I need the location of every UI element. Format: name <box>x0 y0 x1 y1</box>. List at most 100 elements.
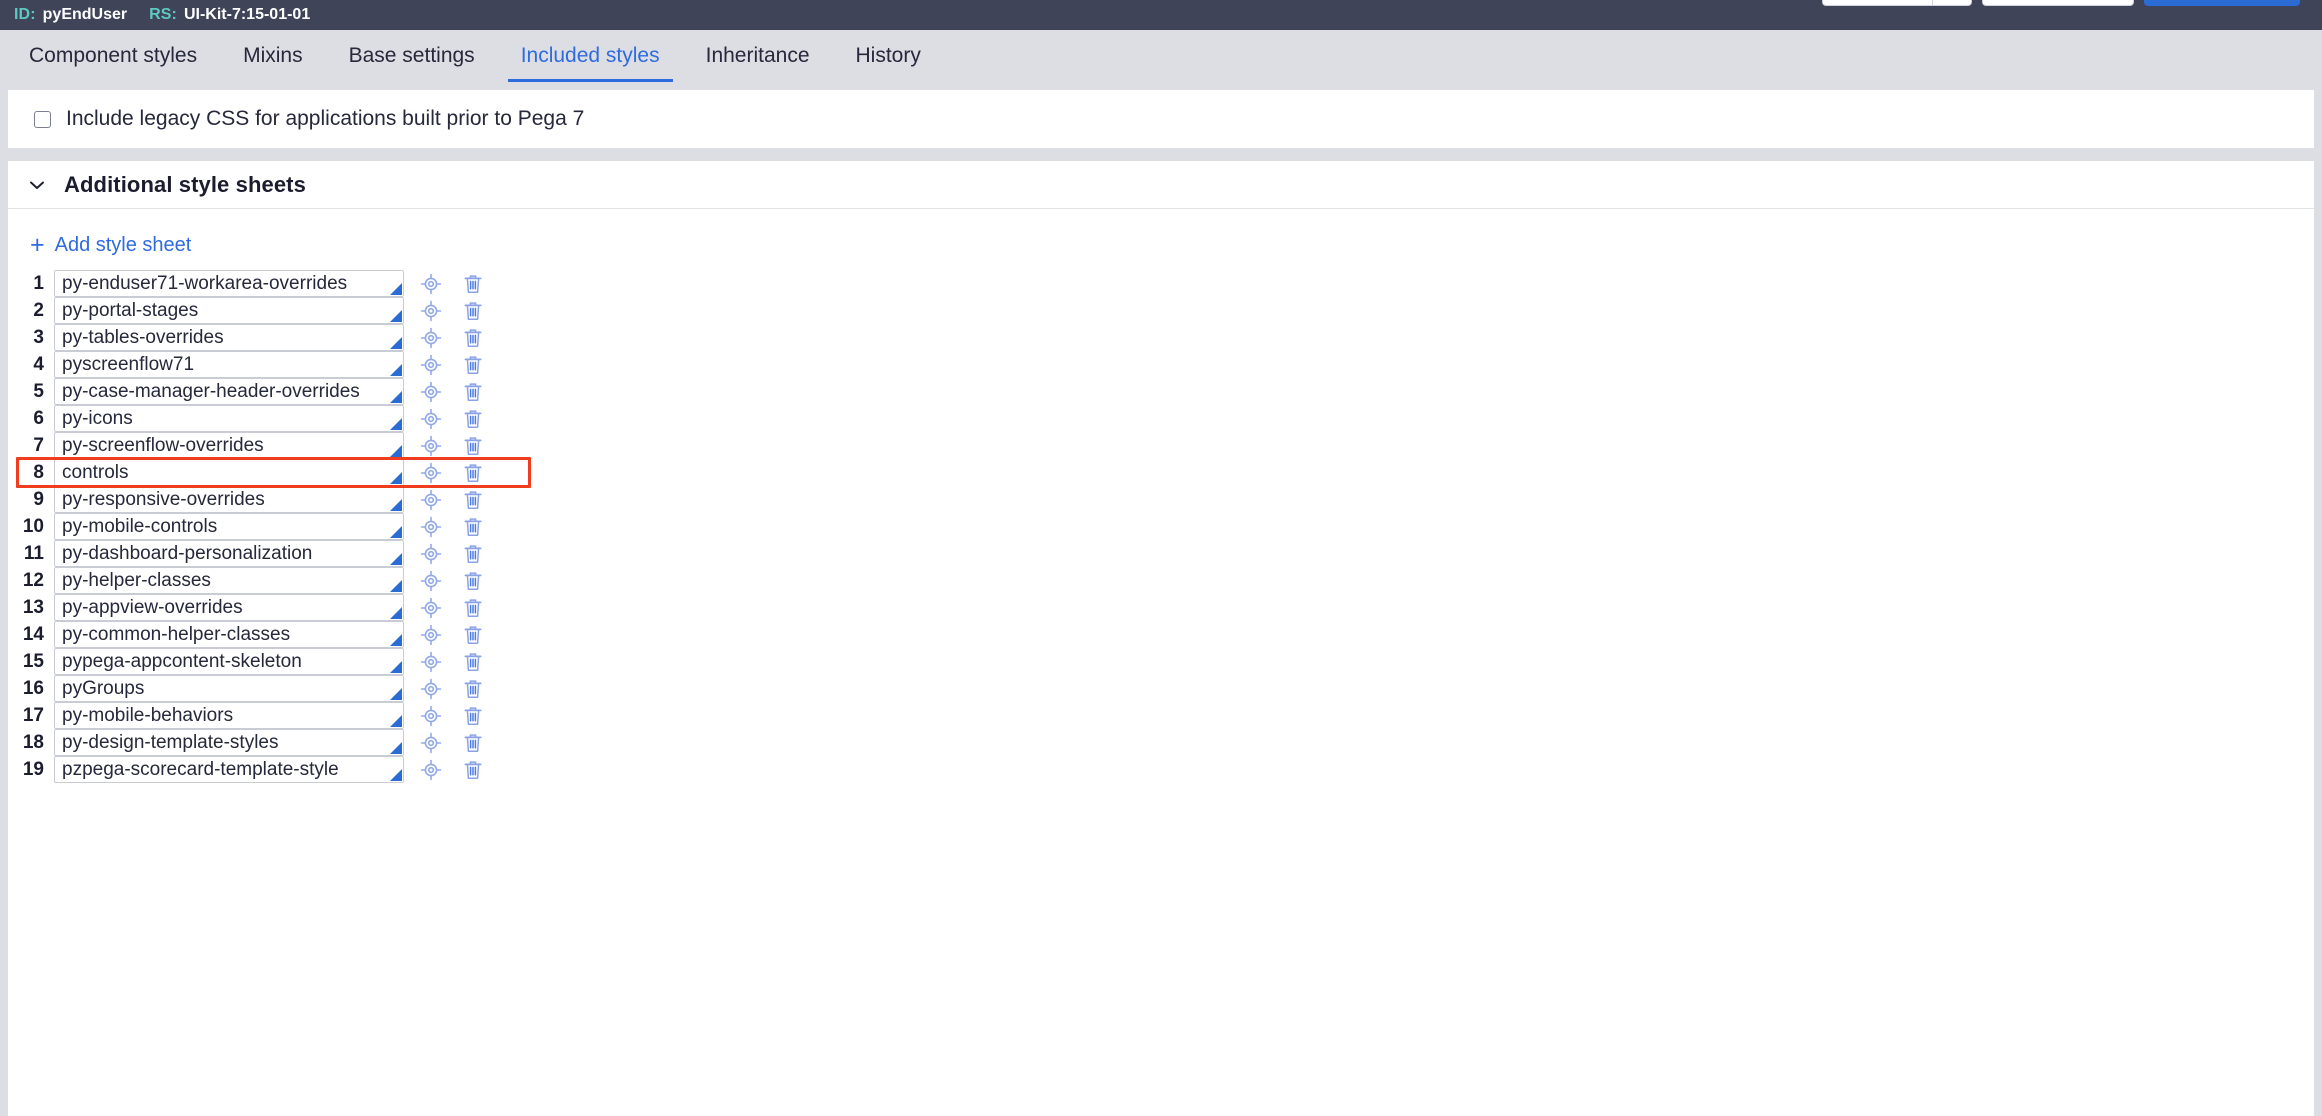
crosshair-icon[interactable] <box>420 408 442 430</box>
row-actions <box>420 732 484 754</box>
trash-icon[interactable] <box>462 354 484 376</box>
trash-icon[interactable] <box>462 705 484 727</box>
style-sheet-name-input[interactable] <box>54 756 404 783</box>
row-index: 4 <box>33 353 44 375</box>
style-sheet-name-input[interactable] <box>54 513 404 540</box>
crosshair-icon[interactable] <box>420 570 442 592</box>
row-index: 16 <box>22 677 44 699</box>
crosshair-icon[interactable] <box>420 705 442 727</box>
crosshair-icon[interactable] <box>420 624 442 646</box>
trash-icon[interactable] <box>462 624 484 646</box>
style-sheet-name-input[interactable] <box>54 351 404 378</box>
style-sheet-name-input[interactable] <box>54 729 404 756</box>
trash-icon[interactable] <box>462 327 484 349</box>
crosshair-icon[interactable] <box>420 759 442 781</box>
trash-icon[interactable] <box>462 516 484 538</box>
table-row: 1 <box>8 270 2314 297</box>
trash-icon[interactable] <box>462 462 484 484</box>
row-index: 8 <box>33 461 44 483</box>
crosshair-icon[interactable] <box>420 462 442 484</box>
style-sheet-name-input[interactable] <box>54 621 404 648</box>
tab-component-styles[interactable]: Component styles <box>6 30 220 82</box>
style-sheet-name-input[interactable] <box>54 378 404 405</box>
tab-base-settings[interactable]: Base settings <box>326 30 498 82</box>
style-sheet-name-input[interactable] <box>54 324 404 351</box>
style-sheet-name-input[interactable] <box>54 270 404 297</box>
style-sheet-name-input[interactable] <box>54 432 404 459</box>
tab-mixins[interactable]: Mixins <box>220 30 326 82</box>
row-actions <box>420 435 484 457</box>
row-actions <box>420 273 484 295</box>
trash-icon[interactable] <box>462 489 484 511</box>
row-actions <box>420 543 484 565</box>
trash-icon[interactable] <box>462 732 484 754</box>
style-sheet-name-input[interactable] <box>54 567 404 594</box>
chevron-down-icon[interactable] <box>26 174 48 196</box>
tab-included-styles[interactable]: Included styles <box>498 30 683 82</box>
crosshair-icon[interactable] <box>420 732 442 754</box>
page-title: Additional style sheets <box>64 171 306 197</box>
trash-icon[interactable] <box>462 381 484 403</box>
secondary-action-button[interactable] <box>1982 0 2134 6</box>
style-sheet-name-input[interactable] <box>54 486 404 513</box>
trash-icon[interactable] <box>462 408 484 430</box>
table-row: 8 <box>8 459 2314 486</box>
crosshair-icon[interactable] <box>420 273 442 295</box>
style-sheet-name-input[interactable] <box>54 675 404 702</box>
tab-inheritance[interactable]: Inheritance <box>683 30 833 82</box>
crosshair-icon[interactable] <box>420 543 442 565</box>
table-row: 13 <box>8 594 2314 621</box>
style-sheet-input-wrapper <box>54 621 404 648</box>
trash-icon[interactable] <box>462 597 484 619</box>
trash-icon[interactable] <box>462 543 484 565</box>
trash-icon[interactable] <box>462 678 484 700</box>
legacy-css-checkbox[interactable] <box>34 110 51 128</box>
save-split-button[interactable] <box>1822 0 1972 6</box>
table-row: 14 <box>8 621 2314 648</box>
legacy-css-panel: Include legacy CSS for applications buil… <box>8 90 2314 148</box>
trash-icon[interactable] <box>462 300 484 322</box>
row-actions <box>420 624 484 646</box>
id-label: ID: <box>14 6 36 23</box>
crosshair-icon[interactable] <box>420 597 442 619</box>
style-sheet-input-wrapper <box>54 540 404 567</box>
section-header[interactable]: Additional style sheets <box>8 161 2314 209</box>
trash-icon[interactable] <box>462 570 484 592</box>
primary-action-button[interactable] <box>2144 0 2300 6</box>
crosshair-icon[interactable] <box>420 651 442 673</box>
legacy-css-label: Include legacy CSS for applications buil… <box>66 107 585 130</box>
table-row: 7 <box>8 432 2314 459</box>
style-sheet-name-input[interactable] <box>54 540 404 567</box>
crosshair-icon[interactable] <box>420 435 442 457</box>
plus-icon: + <box>30 231 45 259</box>
crosshair-icon[interactable] <box>420 678 442 700</box>
style-sheet-name-input[interactable] <box>54 459 404 486</box>
style-sheet-name-input[interactable] <box>54 648 404 675</box>
trash-icon[interactable] <box>462 435 484 457</box>
row-index: 7 <box>33 434 44 456</box>
style-sheet-name-input[interactable] <box>54 405 404 432</box>
row-index: 17 <box>22 704 44 726</box>
trash-icon[interactable] <box>462 273 484 295</box>
row-index: 2 <box>33 299 44 321</box>
style-sheet-name-input[interactable] <box>54 594 404 621</box>
row-actions <box>420 354 484 376</box>
trash-icon[interactable] <box>462 759 484 781</box>
crosshair-icon[interactable] <box>420 354 442 376</box>
style-sheet-name-input[interactable] <box>54 702 404 729</box>
style-sheet-input-wrapper <box>54 270 404 297</box>
trash-icon[interactable] <box>462 651 484 673</box>
crosshair-icon[interactable] <box>420 300 442 322</box>
row-actions <box>420 516 484 538</box>
table-row: 15 <box>8 648 2314 675</box>
tab-history[interactable]: History <box>833 30 944 82</box>
crosshair-icon[interactable] <box>420 489 442 511</box>
style-sheet-name-input[interactable] <box>54 297 404 324</box>
style-sheet-input-wrapper <box>54 702 404 729</box>
style-sheet-input-wrapper <box>54 675 404 702</box>
crosshair-icon[interactable] <box>420 327 442 349</box>
crosshair-icon[interactable] <box>420 516 442 538</box>
add-style-sheet-button[interactable]: + Add style sheet <box>30 233 191 258</box>
crosshair-icon[interactable] <box>420 381 442 403</box>
row-actions <box>420 489 484 511</box>
